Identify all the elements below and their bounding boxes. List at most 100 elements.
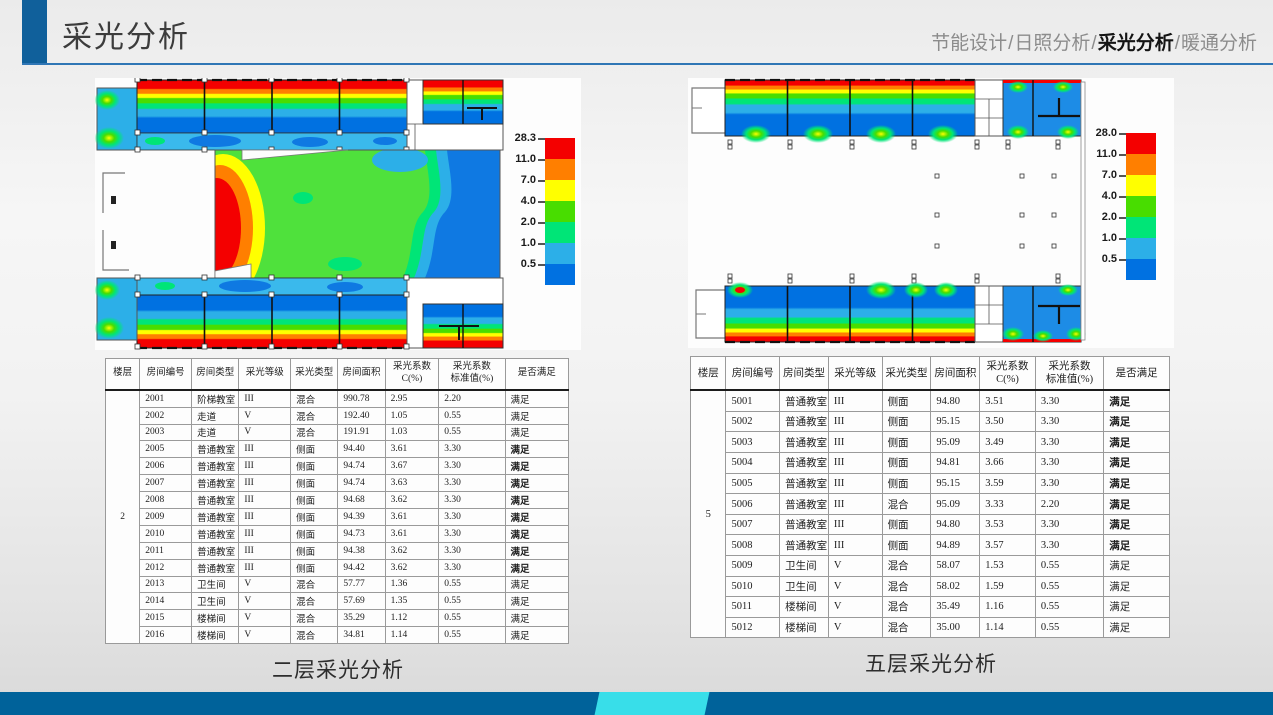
column-header: 房间面积: [338, 359, 385, 390]
room-area: 95.09: [931, 494, 980, 515]
floor-number: 5: [691, 390, 726, 638]
room-area: 57.69: [338, 593, 385, 610]
daylight-grade: III: [828, 390, 882, 411]
table-row: 2009普通教室III侧面94.393.613.30满足: [106, 508, 569, 525]
legend-tick: [538, 243, 545, 245]
breadcrumb-item: 节能设计: [931, 33, 1007, 54]
daylight-coefficient: 3.62: [385, 492, 439, 509]
column-header: 房间类型: [192, 359, 239, 390]
room-id: 5009: [726, 556, 780, 577]
legend-value-label: 11.0: [511, 153, 536, 165]
legend-value-label: 4.0: [1092, 190, 1117, 202]
room-id: 5007: [726, 514, 780, 535]
satisfied-status: 满足: [1104, 556, 1170, 577]
satisfied-status: 满足: [1104, 597, 1170, 618]
satisfied-status: 满足: [1104, 514, 1170, 535]
satisfied-status: 满足: [1104, 535, 1170, 556]
table-row: 5012楼梯间V混合35.001.140.55满足: [691, 617, 1170, 638]
floor2-legend: 28.311.07.04.02.01.00.5: [511, 138, 577, 288]
room-type: 普通教室: [192, 441, 239, 458]
room-type: 普通教室: [780, 535, 829, 556]
column-header: 房间面积: [931, 357, 980, 391]
room-area: 95.09: [931, 432, 980, 453]
room-area: 58.02: [931, 576, 980, 597]
room-id: 5001: [726, 390, 780, 411]
daylight-type: 混合: [882, 494, 931, 515]
legend-color-band: [545, 138, 575, 159]
standard-value: 3.30: [1035, 473, 1103, 494]
column-header: 楼层: [106, 359, 140, 390]
room-type: 卫生间: [192, 576, 239, 593]
room-id: 2014: [140, 593, 192, 610]
column-header: 房间编号: [140, 359, 192, 390]
column-header: 是否满足: [505, 359, 569, 390]
room-type: 楼梯间: [192, 610, 239, 627]
table-row: 2006普通教室III侧面94.743.673.30满足: [106, 458, 569, 475]
standard-value: 2.20: [1035, 494, 1103, 515]
column-header: 采光系数C(%): [980, 357, 1036, 391]
room-id: 2010: [140, 525, 192, 542]
room-area: 94.42: [338, 559, 385, 576]
table-row: 55001普通教室III侧面94.803.513.30满足: [691, 390, 1170, 411]
room-id: 2002: [140, 407, 192, 424]
standard-value: 3.30: [439, 559, 505, 576]
room-area: 94.73: [338, 525, 385, 542]
room-type: 卫生间: [780, 556, 829, 577]
room-id: 2003: [140, 424, 192, 441]
room-area: 94.81: [931, 453, 980, 474]
breadcrumb-separator: /: [1175, 33, 1180, 54]
room-id: 5002: [726, 411, 780, 432]
daylight-grade: V: [828, 556, 882, 577]
daylight-coefficient: 1.05: [385, 407, 439, 424]
table-row: 5011楼梯间V混合35.491.160.55满足: [691, 597, 1170, 618]
room-type: 卫生间: [780, 576, 829, 597]
daylight-grade: III: [239, 458, 291, 475]
standard-value: 0.55: [1035, 597, 1103, 618]
standard-value: 0.55: [439, 407, 505, 424]
satisfied-status: 满足: [1104, 390, 1170, 411]
legend-color-band: [1126, 133, 1156, 154]
satisfied-status: 满足: [1104, 494, 1170, 515]
legend-color-band: [545, 159, 575, 180]
floor2-table: 楼层房间编号房间类型采光等级采光类型房间面积采光系数C(%)采光系数标准值(%)…: [105, 358, 569, 644]
standard-value: 3.30: [439, 492, 505, 509]
legend-value-label: 28.0: [1092, 127, 1117, 139]
daylight-grade: III: [828, 535, 882, 556]
room-type: 普通教室: [192, 525, 239, 542]
room-id: 2001: [140, 390, 192, 407]
daylight-coefficient: 1.59: [980, 576, 1036, 597]
legend-value-label: 4.0: [511, 195, 536, 207]
room-type: 普通教室: [780, 494, 829, 515]
column-header: 采光系数标准值(%): [1035, 357, 1103, 391]
legend-tick: [538, 264, 545, 266]
legend-tick: [1119, 175, 1126, 177]
daylight-type: 侧面: [291, 458, 338, 475]
room-type: 楼梯间: [780, 597, 829, 618]
room-type: 普通教室: [780, 390, 829, 411]
standard-value: 3.30: [439, 458, 505, 475]
daylight-grade: III: [828, 453, 882, 474]
daylight-grade: III: [828, 514, 882, 535]
room-type: 普通教室: [192, 492, 239, 509]
satisfied-status: 满足: [505, 424, 569, 441]
satisfied-status: 满足: [1104, 411, 1170, 432]
satisfied-status: 满足: [505, 610, 569, 627]
room-area: 990.78: [338, 390, 385, 407]
satisfied-status: 满足: [505, 475, 569, 492]
legend-value-label: 0.5: [511, 258, 536, 270]
room-area: 35.49: [931, 597, 980, 618]
standard-value: 0.55: [439, 627, 505, 644]
daylight-type: 混合: [291, 627, 338, 644]
satisfied-status: 满足: [505, 407, 569, 424]
standard-value: 0.55: [1035, 576, 1103, 597]
daylight-grade: III: [239, 390, 291, 407]
page-title: 采光分析: [62, 12, 190, 56]
panel-floor5: 28.011.07.04.02.01.00.5 楼层房间编号房间类型采光等级采光…: [688, 78, 1174, 678]
standard-value: 0.55: [439, 424, 505, 441]
legend-tick: [1119, 133, 1126, 135]
legend-color-band: [1126, 238, 1156, 259]
table-row: 5005普通教室III侧面95.153.593.30满足: [691, 473, 1170, 494]
header-rule: [22, 63, 1273, 65]
daylight-grade: III: [828, 432, 882, 453]
daylight-type: 侧面: [882, 514, 931, 535]
